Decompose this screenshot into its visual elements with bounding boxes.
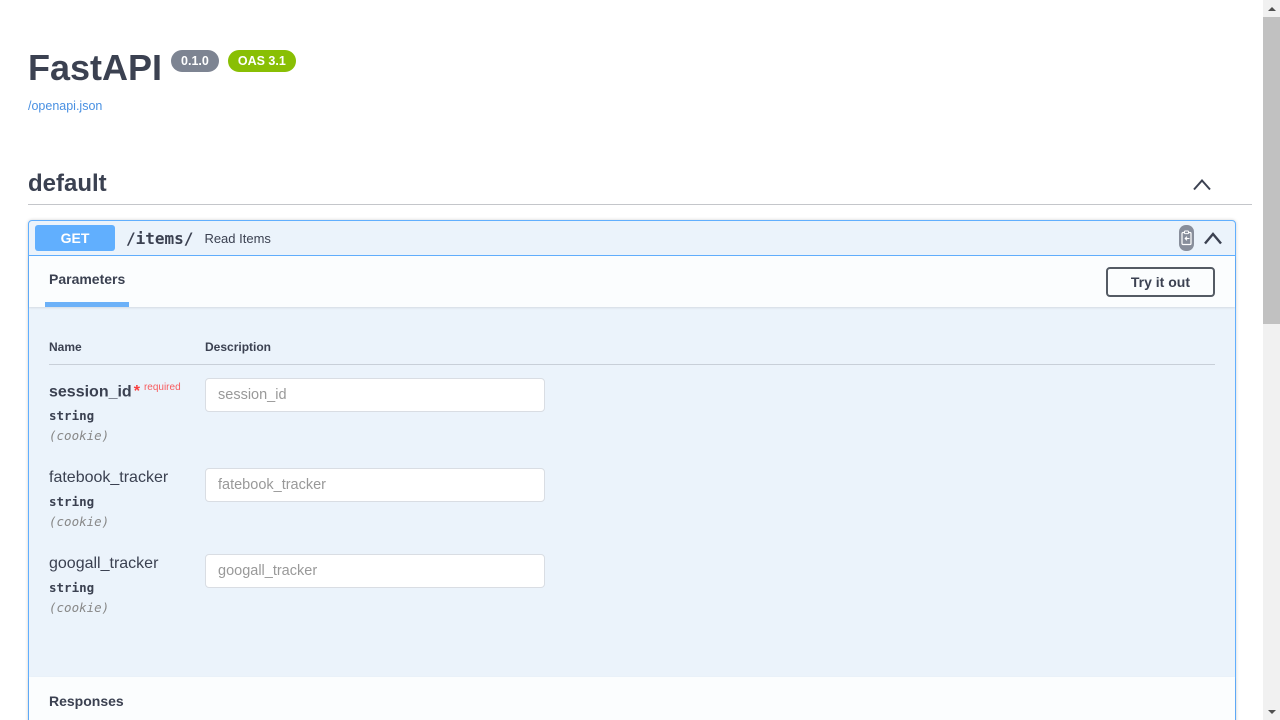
tag-header-default[interactable]: default xyxy=(28,170,1252,205)
parameter-description-cell xyxy=(205,554,1215,615)
parameters-section-header: Parameters Try it out xyxy=(29,256,1235,307)
chevron-up-icon[interactable] xyxy=(1203,232,1223,245)
scrollbar-thumb[interactable] xyxy=(1263,17,1280,324)
try-it-out-button[interactable]: Try it out xyxy=(1106,267,1215,297)
api-info-section: FastAPI 0.1.0 OAS 3.1 /openapi.json xyxy=(28,0,1263,115)
parameter-row-session-id: session_id*required string (cookie) xyxy=(49,365,1215,455)
api-title-row: FastAPI 0.1.0 OAS 3.1 xyxy=(28,48,1263,88)
operation-summary: Read Items xyxy=(204,231,270,246)
googall-tracker-input[interactable] xyxy=(205,554,545,588)
chevron-up-icon[interactable] xyxy=(1192,178,1212,191)
oas-version-badge: OAS 3.1 xyxy=(228,50,296,72)
fatebook-tracker-input[interactable] xyxy=(205,468,545,502)
tag-title: default xyxy=(28,170,107,198)
session-id-input[interactable] xyxy=(205,378,545,412)
parameter-description-cell xyxy=(205,468,1215,529)
clipboard-icon[interactable] xyxy=(1179,225,1194,251)
parameter-meta: fatebook_tracker string (cookie) xyxy=(49,468,205,529)
parameter-description-cell xyxy=(205,378,1215,443)
parameter-type: string xyxy=(49,580,205,595)
parameter-meta: googall_tracker string (cookie) xyxy=(49,554,205,615)
parameter-meta: session_id*required string (cookie) xyxy=(49,378,205,443)
parameter-row-fatebook-tracker: fatebook_tracker string (cookie) xyxy=(49,455,1215,541)
opblock-body: Parameters Try it out Name Description xyxy=(29,256,1235,720)
parameters-table: Name Description session_id*required str… xyxy=(29,307,1235,627)
responses-title: Responses xyxy=(49,693,124,709)
operation-path: /items/ xyxy=(126,229,193,248)
required-asterisk: * xyxy=(134,383,140,400)
parameter-name: googall_tracker xyxy=(49,554,205,573)
parameter-type: string xyxy=(49,494,205,509)
method-badge-get[interactable]: GET xyxy=(35,225,115,251)
triangle-up-icon xyxy=(1268,7,1276,11)
openapi-spec-link[interactable]: /openapi.json xyxy=(28,99,102,113)
tab-parameters[interactable]: Parameters xyxy=(45,256,129,307)
parameter-row-googall-tracker: googall_tracker string (cookie) xyxy=(49,541,1215,627)
parameters-tab-label: Parameters xyxy=(49,271,125,287)
column-header-description: Description xyxy=(205,340,1215,354)
parameter-type: string xyxy=(49,408,205,423)
required-label: required xyxy=(144,382,181,393)
responses-section-header: Responses xyxy=(29,677,1235,720)
parameter-name: session_id*required xyxy=(49,378,205,401)
column-header-name: Name xyxy=(49,340,205,354)
swagger-page: FastAPI 0.1.0 OAS 3.1 /openapi.json defa… xyxy=(0,0,1263,720)
scroll-up-button[interactable] xyxy=(1263,0,1280,17)
parameter-location: (cookie) xyxy=(49,428,205,443)
parameter-name: fatebook_tracker xyxy=(49,468,205,487)
opblock-get-items: GET /items/ Read Items xyxy=(28,220,1236,720)
tag-section-default: default GET /items/ Read Items xyxy=(28,170,1252,720)
triangle-down-icon xyxy=(1268,710,1276,714)
scroll-down-button[interactable] xyxy=(1263,703,1280,720)
parameter-location: (cookie) xyxy=(49,514,205,529)
version-badge: 0.1.0 xyxy=(171,50,219,72)
parameter-location: (cookie) xyxy=(49,600,205,615)
vertical-scrollbar[interactable] xyxy=(1263,0,1280,720)
parameters-table-header: Name Description xyxy=(49,327,1215,365)
opblock-summary[interactable]: GET /items/ Read Items xyxy=(29,221,1235,256)
api-title: FastAPI xyxy=(28,48,162,88)
